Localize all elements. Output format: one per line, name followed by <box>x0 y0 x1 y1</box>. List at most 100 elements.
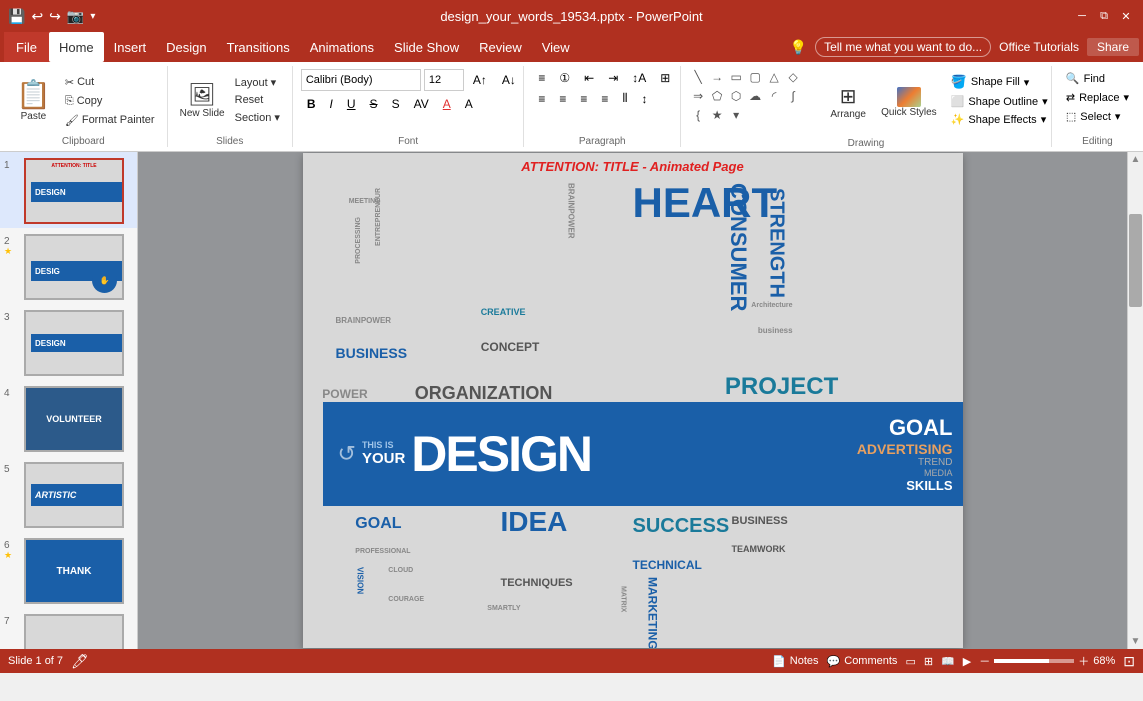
view-normal-button[interactable]: ▭ <box>905 655 915 668</box>
menu-design[interactable]: Design <box>156 32 216 62</box>
numbering-button[interactable]: ① <box>553 69 576 87</box>
curve-shape[interactable]: ∫ <box>784 87 802 105</box>
bullets-button[interactable]: ≡ <box>532 69 551 87</box>
zoom-slider[interactable] <box>994 659 1074 663</box>
minimize-button[interactable]: ─ <box>1073 7 1091 25</box>
fit-window-button[interactable]: ⊡ <box>1123 653 1135 670</box>
slide-thumb-6[interactable]: 6 ★ THANK <box>0 532 137 608</box>
justify-button[interactable]: ≡ <box>595 89 614 108</box>
shape-outline-button[interactable]: ⬜ Shape Outline ▾ <box>945 93 1054 110</box>
rounded-rect-shape[interactable]: ▢ <box>746 68 764 86</box>
shape-effects-button[interactable]: ✨ Shape Effects ▾ <box>945 111 1054 128</box>
slide-thumb-7[interactable]: 7 <box>0 608 137 649</box>
dropdown-icon[interactable]: ▾ <box>90 11 95 22</box>
slide-canvas[interactable]: ATTENTION: TITLE - Animated Page MEETING… <box>303 153 963 648</box>
slideshow-button[interactable]: ▶ <box>963 655 971 668</box>
scroll-down-button[interactable]: ▼ <box>1129 634 1143 649</box>
underline-button[interactable]: U <box>341 95 362 113</box>
font-size-input[interactable] <box>424 69 464 91</box>
text-highlight-button[interactable]: A <box>459 95 479 113</box>
slide-thumb-5[interactable]: 5 ARTISTIC <box>0 456 137 532</box>
line-spacing-button[interactable]: ↕ <box>635 89 653 108</box>
triangle-shape[interactable]: △ <box>765 68 783 86</box>
zoom-in-button[interactable]: ＋ <box>1078 653 1089 669</box>
increase-indent-button[interactable]: ⇥ <box>602 69 624 87</box>
slide-thumb-3[interactable]: 3 DESIGN <box>0 304 137 380</box>
text-direction-button[interactable]: ↕A <box>626 69 652 87</box>
menu-view[interactable]: View <box>532 32 580 62</box>
columns-button[interactable]: ⫴ <box>616 89 633 108</box>
slide-thumb-1[interactable]: 1 DESIGN ATTENTION: TITLE <box>0 152 137 228</box>
zoom-out-button[interactable]: － <box>979 653 990 669</box>
star-shape[interactable]: ★ <box>708 106 726 124</box>
more-shapes[interactable]: ▾ <box>727 106 745 124</box>
hexagon-shape[interactable]: ⬡ <box>727 87 745 105</box>
strikethrough-button[interactable]: S <box>364 95 384 113</box>
slide-thumb-2[interactable]: 2 ★ DESIG ✋ <box>0 228 137 304</box>
copy-button[interactable]: ⎘ Copy <box>61 93 159 110</box>
vertical-scrollbar[interactable]: ▲ ▼ <box>1127 152 1143 649</box>
diamond-shape[interactable]: ◇ <box>784 68 802 86</box>
convert-smart-button[interactable]: ⊞ <box>654 69 676 87</box>
menu-file[interactable]: File <box>4 32 49 62</box>
undo-icon[interactable]: ↩ <box>31 8 43 25</box>
arrow-shape[interactable]: → <box>708 68 726 86</box>
line-shape[interactable]: ╲ <box>689 68 707 86</box>
find-button[interactable]: 🔍 Find <box>1060 70 1135 87</box>
office-tutorials-link[interactable]: Office Tutorials <box>999 40 1079 54</box>
view-slide-sorter-button[interactable]: ⊞ <box>924 655 933 668</box>
arrow-right-shape[interactable]: ⇒ <box>689 87 707 105</box>
menu-home[interactable]: Home <box>49 32 104 62</box>
format-painter-button[interactable]: 🖌 Format Painter <box>61 112 159 129</box>
scroll-up-button[interactable]: ▲ <box>1129 152 1143 167</box>
menu-slideshow[interactable]: Slide Show <box>384 32 469 62</box>
scroll-thumb[interactable] <box>1129 214 1142 307</box>
italic-button[interactable]: I <box>324 95 339 113</box>
title-bar: 💾 ↩ ↪ 📷 ▾ design_your_words_19534.pptx -… <box>0 0 1143 32</box>
callout-shape[interactable]: ☁ <box>746 87 764 105</box>
align-left-button[interactable]: ≡ <box>532 89 551 108</box>
menu-insert[interactable]: Insert <box>104 32 157 62</box>
wc-word-organization: ORGANIZATION <box>415 383 553 404</box>
notes-button[interactable]: 📄 Notes <box>772 655 818 668</box>
rect-shape[interactable]: ▭ <box>727 68 745 86</box>
shadow-button[interactable]: S <box>386 95 406 113</box>
font-name-input[interactable] <box>301 69 421 91</box>
slide-thumb-4[interactable]: 4 VOLUNTEER <box>0 380 137 456</box>
reset-button[interactable]: Reset <box>231 92 284 108</box>
decrease-indent-button[interactable]: ⇤ <box>578 69 600 87</box>
shape-fill-button[interactable]: 🪣 Shape Fill ▾ <box>945 72 1054 92</box>
pentagon-shape[interactable]: ⬠ <box>708 87 726 105</box>
section-button[interactable]: Section ▾ <box>231 109 284 126</box>
menu-animations[interactable]: Animations <box>300 32 384 62</box>
close-button[interactable]: ✕ <box>1117 7 1135 25</box>
arc-shape[interactable]: ◜ <box>765 87 783 105</box>
save-icon[interactable]: 💾 <box>8 8 25 25</box>
char-spacing-button[interactable]: AV <box>408 95 435 113</box>
tell-me-input[interactable]: Tell me what you want to do... <box>815 37 991 57</box>
wc-vision: VISION <box>355 567 364 594</box>
new-slide-button[interactable]: 🖼 New Slide <box>176 66 229 134</box>
menu-review[interactable]: Review <box>469 32 532 62</box>
layout-button[interactable]: Layout ▾ <box>231 74 284 91</box>
redo-icon[interactable]: ↪ <box>49 8 61 25</box>
arrange-button[interactable]: ⊞ Arrange <box>823 68 873 136</box>
bracket-shape[interactable]: { <box>689 106 707 124</box>
screenshot-icon[interactable]: 📷 <box>67 8 84 25</box>
view-reading-button[interactable]: 📖 <box>941 655 955 668</box>
restore-button[interactable]: ⧉ <box>1095 7 1113 25</box>
paste-button[interactable]: 📋 Paste <box>8 66 59 134</box>
menu-transitions[interactable]: Transitions <box>217 32 300 62</box>
cut-button[interactable]: ✂ Cut <box>61 74 159 91</box>
align-center-button[interactable]: ≡ <box>553 89 572 108</box>
select-button[interactable]: ⬚ Select ▾ <box>1060 108 1135 125</box>
decrease-font-button[interactable]: A↓ <box>496 71 522 89</box>
align-right-button[interactable]: ≡ <box>574 89 593 108</box>
bold-button[interactable]: B <box>301 95 322 113</box>
comments-button[interactable]: 💬 Comments <box>827 655 898 668</box>
share-button[interactable]: Share <box>1087 38 1139 56</box>
replace-button[interactable]: ⇄ Replace ▾ <box>1060 89 1135 106</box>
increase-font-button[interactable]: A↑ <box>467 71 493 89</box>
font-color-button[interactable]: A <box>437 95 457 113</box>
quick-styles-button[interactable]: Quick Styles <box>877 68 941 136</box>
